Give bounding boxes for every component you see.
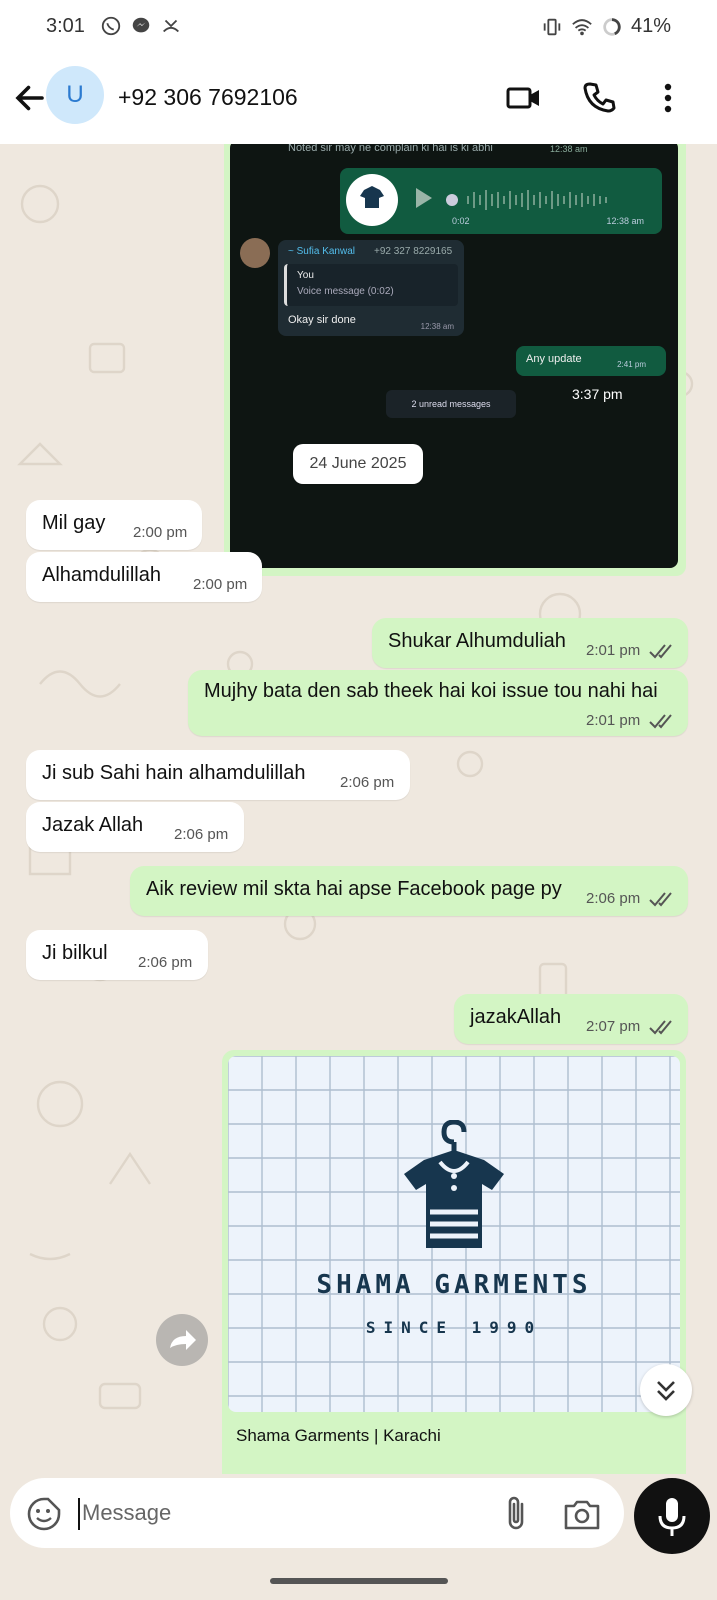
message-bubble-incoming[interactable]: Ji sub Sahi hain alhamdulillah 2:06 pm bbox=[26, 750, 410, 800]
message-bubble-incoming[interactable]: Alhamdulillah 2:00 pm bbox=[26, 552, 262, 602]
image-message[interactable]: Noted sir may ne complain ki hai is ki a… bbox=[224, 144, 686, 576]
screenshot-sent-text: Noted sir may ne complain ki hai is ki a… bbox=[288, 144, 493, 154]
screenshot-voice-message: 0:02 12:38 am bbox=[340, 168, 662, 234]
message-bubble-outgoing[interactable]: Aik review mil skta hai apse Facebook pa… bbox=[130, 866, 688, 916]
message-text: Shukar Alhumduliah bbox=[388, 630, 566, 652]
home-indicator[interactable] bbox=[270, 1578, 448, 1584]
status-bar: 3:01 41% bbox=[0, 0, 717, 54]
message-text: Alhamdulillah bbox=[42, 564, 161, 586]
quote-author: You bbox=[297, 270, 314, 281]
message-text: Ji sub Sahi hain alhamdulillah bbox=[42, 762, 306, 784]
avatar[interactable]: U bbox=[46, 66, 104, 124]
status-time: 3:01 bbox=[46, 15, 85, 37]
forward-icon bbox=[170, 1330, 196, 1350]
update-time: 2:41 pm bbox=[617, 360, 646, 369]
chat-area[interactable]: Noted sir may ne complain ki hai is ki a… bbox=[0, 144, 717, 1474]
date-divider: 24 June 2025 bbox=[293, 444, 423, 484]
message-bubble-outgoing[interactable]: Mujhy bata den sab theek hai koi issue t… bbox=[188, 670, 688, 736]
message-time: 2:06 pm bbox=[340, 774, 395, 791]
voice-seek-dot bbox=[446, 194, 458, 206]
message-time: 2:00 pm bbox=[193, 576, 248, 593]
shirt-logo-icon bbox=[360, 186, 384, 208]
image-time: 3:37 pm bbox=[572, 386, 623, 402]
brand-since: SINCE 1990 bbox=[365, 1318, 543, 1337]
double-chevron-down-icon bbox=[657, 1381, 675, 1401]
text-cursor bbox=[78, 1498, 80, 1530]
link-preview-image[interactable]: SHAMA GARMENTS SINCE 1990 bbox=[228, 1056, 680, 1412]
forward-button[interactable] bbox=[156, 1314, 208, 1366]
notification-icons bbox=[100, 15, 182, 37]
message-time: 2:06 pm bbox=[586, 890, 641, 907]
composer bbox=[0, 1474, 717, 1600]
shama-logo-avatar bbox=[346, 174, 398, 226]
message-bubble-incoming[interactable]: Jazak Allah 2:06 pm bbox=[26, 802, 244, 852]
wifi-icon bbox=[572, 18, 592, 35]
message-time: 2:06 pm bbox=[138, 954, 193, 971]
missed-call-icon bbox=[163, 19, 179, 33]
battery-ring-icon bbox=[603, 17, 621, 36]
whatsapp-icon bbox=[101, 16, 121, 36]
sender-avatar bbox=[240, 238, 270, 268]
chat-header: U +92 306 7692106 bbox=[0, 54, 717, 144]
screenshot-update-message: Any update 2:41 pm bbox=[516, 346, 666, 376]
messenger-icon bbox=[132, 17, 150, 33]
video-call-icon[interactable] bbox=[504, 78, 544, 118]
sticker-icon[interactable] bbox=[26, 1496, 62, 1532]
message-input-pill[interactable] bbox=[10, 1478, 624, 1548]
voice-duration: 0:02 bbox=[452, 216, 470, 226]
message-bubble-incoming[interactable]: Ji bilkul 2:06 pm bbox=[26, 930, 208, 980]
message-text: Ji bilkul bbox=[42, 942, 108, 964]
sender-name: ~ Sufia Kanwal bbox=[288, 246, 355, 257]
message-time: 2:01 pm bbox=[586, 642, 641, 659]
contact-name[interactable]: +92 306 7692106 bbox=[118, 84, 298, 111]
message-bubble-outgoing[interactable]: jazakAllah 2:07 pm bbox=[454, 994, 688, 1044]
scroll-to-bottom-button[interactable] bbox=[640, 1364, 692, 1416]
forwarded-screenshot[interactable]: Noted sir may ne complain ki hai is ki a… bbox=[230, 144, 678, 568]
sender-phone: +92 327 8229165 bbox=[374, 246, 453, 257]
message-text: Mil gay bbox=[42, 512, 106, 534]
message-input[interactable] bbox=[82, 1492, 462, 1534]
message-time: 2:06 pm bbox=[174, 826, 229, 843]
voice-time: 12:38 am bbox=[606, 216, 644, 226]
incoming-time: 12:38 am bbox=[420, 322, 454, 331]
read-ticks-icon bbox=[649, 892, 672, 907]
link-preview-message[interactable]: SHAMA GARMENTS SINCE 1990 Shama Garments… bbox=[222, 1050, 686, 1474]
read-ticks-icon bbox=[649, 644, 672, 659]
hanger-shirt-logo-icon bbox=[404, 1120, 504, 1248]
attach-icon[interactable] bbox=[498, 1494, 534, 1534]
link-preview-title[interactable]: Shama Garments | Karachi bbox=[236, 1426, 441, 1446]
message-time: 2:01 pm bbox=[586, 712, 641, 729]
more-vert-icon[interactable] bbox=[648, 78, 688, 118]
play-icon bbox=[416, 188, 432, 208]
incoming-text: Okay sir done bbox=[288, 314, 356, 326]
message-bubble-incoming[interactable]: Mil gay 2:00 pm bbox=[26, 500, 202, 550]
battery-percent: 41% bbox=[630, 15, 671, 37]
quote-text: Voice message (0:02) bbox=[297, 286, 394, 297]
message-text: Aik review mil skta hai apse Facebook pa… bbox=[146, 878, 562, 900]
back-arrow-icon[interactable] bbox=[12, 80, 48, 116]
read-ticks-icon bbox=[649, 714, 672, 729]
message-bubble-outgoing[interactable]: Shukar Alhumduliah 2:01 pm bbox=[372, 618, 688, 668]
camera-icon[interactable] bbox=[562, 1496, 602, 1532]
phone-icon[interactable] bbox=[580, 78, 620, 118]
read-ticks-icon bbox=[649, 1020, 672, 1035]
brand-name: SHAMA GARMENTS bbox=[316, 1270, 592, 1300]
mic-button[interactable] bbox=[634, 1478, 710, 1554]
vibrate-icon bbox=[543, 18, 561, 35]
message-text: jazakAllah bbox=[470, 1006, 562, 1028]
unread-badge: 2 unread messages bbox=[386, 390, 516, 418]
message-text: Jazak Allah bbox=[42, 814, 144, 836]
screenshot-sent-time: 12:38 am bbox=[550, 144, 588, 154]
update-text: Any update bbox=[526, 353, 582, 365]
message-text: Mujhy bata den sab theek hai koi issue t… bbox=[204, 680, 658, 702]
screenshot-incoming-message: ~ Sufia Kanwal +92 327 8229165 You Voice… bbox=[278, 240, 464, 336]
system-icons: 41% bbox=[541, 15, 671, 38]
quoted-message: You Voice message (0:02) bbox=[284, 264, 458, 306]
mic-icon bbox=[658, 1498, 686, 1536]
message-time: 2:07 pm bbox=[586, 1018, 641, 1035]
waveform-icon bbox=[467, 190, 607, 210]
message-time: 2:00 pm bbox=[133, 524, 188, 541]
